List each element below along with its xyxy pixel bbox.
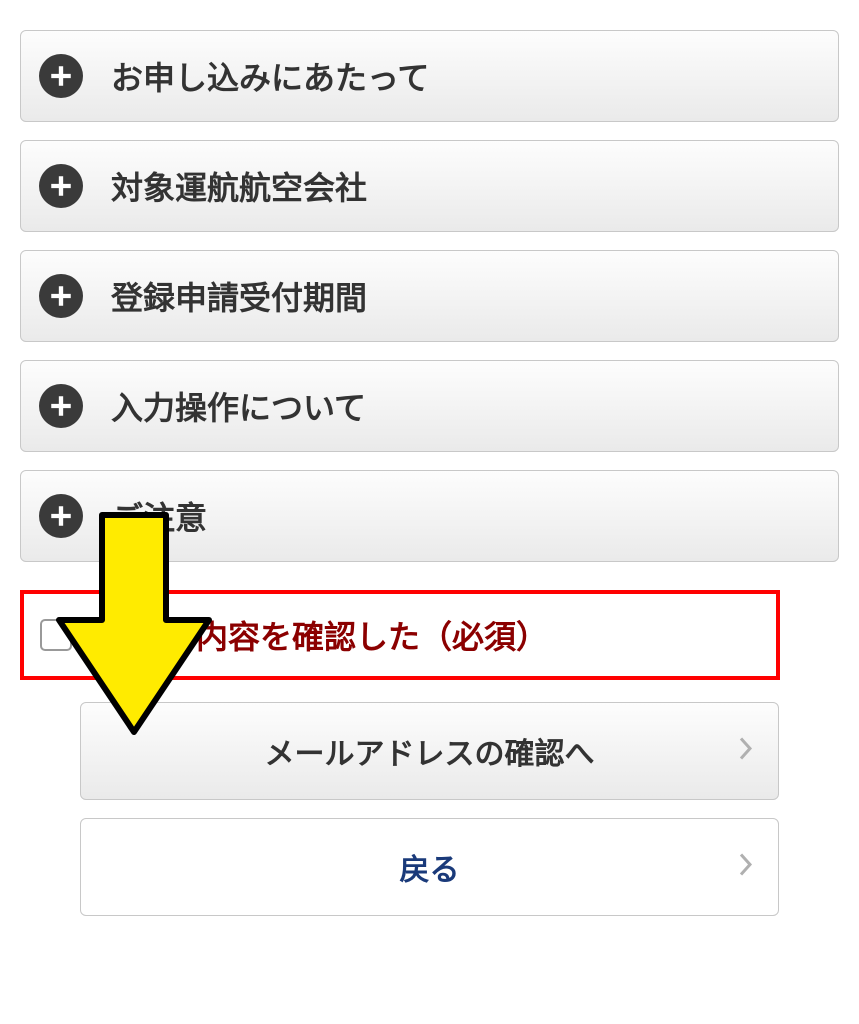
- accordion-label: お申し込みにあたって: [111, 53, 429, 99]
- accordion-label: 対象運航航空会社: [111, 163, 367, 209]
- plus-icon: [39, 384, 83, 428]
- accordion-label: 入力操作について: [111, 383, 366, 429]
- plus-icon: [39, 54, 83, 98]
- accordion-item-application[interactable]: お申し込みにあたって: [20, 30, 839, 122]
- chevron-right-icon: [738, 852, 754, 883]
- plus-icon: [39, 274, 83, 318]
- accordion-item-period[interactable]: 登録申請受付期間: [20, 250, 839, 342]
- confirm-label: 以上の内容を確認した（必須）: [100, 612, 548, 658]
- back-button-label: 戻る: [400, 845, 460, 889]
- accordion-item-airlines[interactable]: 対象運航航空会社: [20, 140, 839, 232]
- chevron-right-icon: [738, 736, 754, 767]
- next-button[interactable]: メールアドレスの確認へ: [80, 702, 779, 800]
- form-container: お申し込みにあたって 対象運航航空会社 登録申請受付期間 入力操作について ご注…: [20, 30, 839, 916]
- accordion-label: 登録申請受付期間: [111, 273, 367, 319]
- accordion-item-caution[interactable]: ご注意: [20, 470, 839, 562]
- accordion-item-input[interactable]: 入力操作について: [20, 360, 839, 452]
- confirm-checkbox[interactable]: [40, 619, 72, 651]
- back-button[interactable]: 戻る: [80, 818, 779, 916]
- plus-icon: [39, 494, 83, 538]
- confirm-checkbox-row: 以上の内容を確認した（必須）: [20, 590, 780, 680]
- next-button-label: メールアドレスの確認へ: [265, 729, 595, 773]
- accordion-label: ご注意: [111, 493, 207, 539]
- plus-icon: [39, 164, 83, 208]
